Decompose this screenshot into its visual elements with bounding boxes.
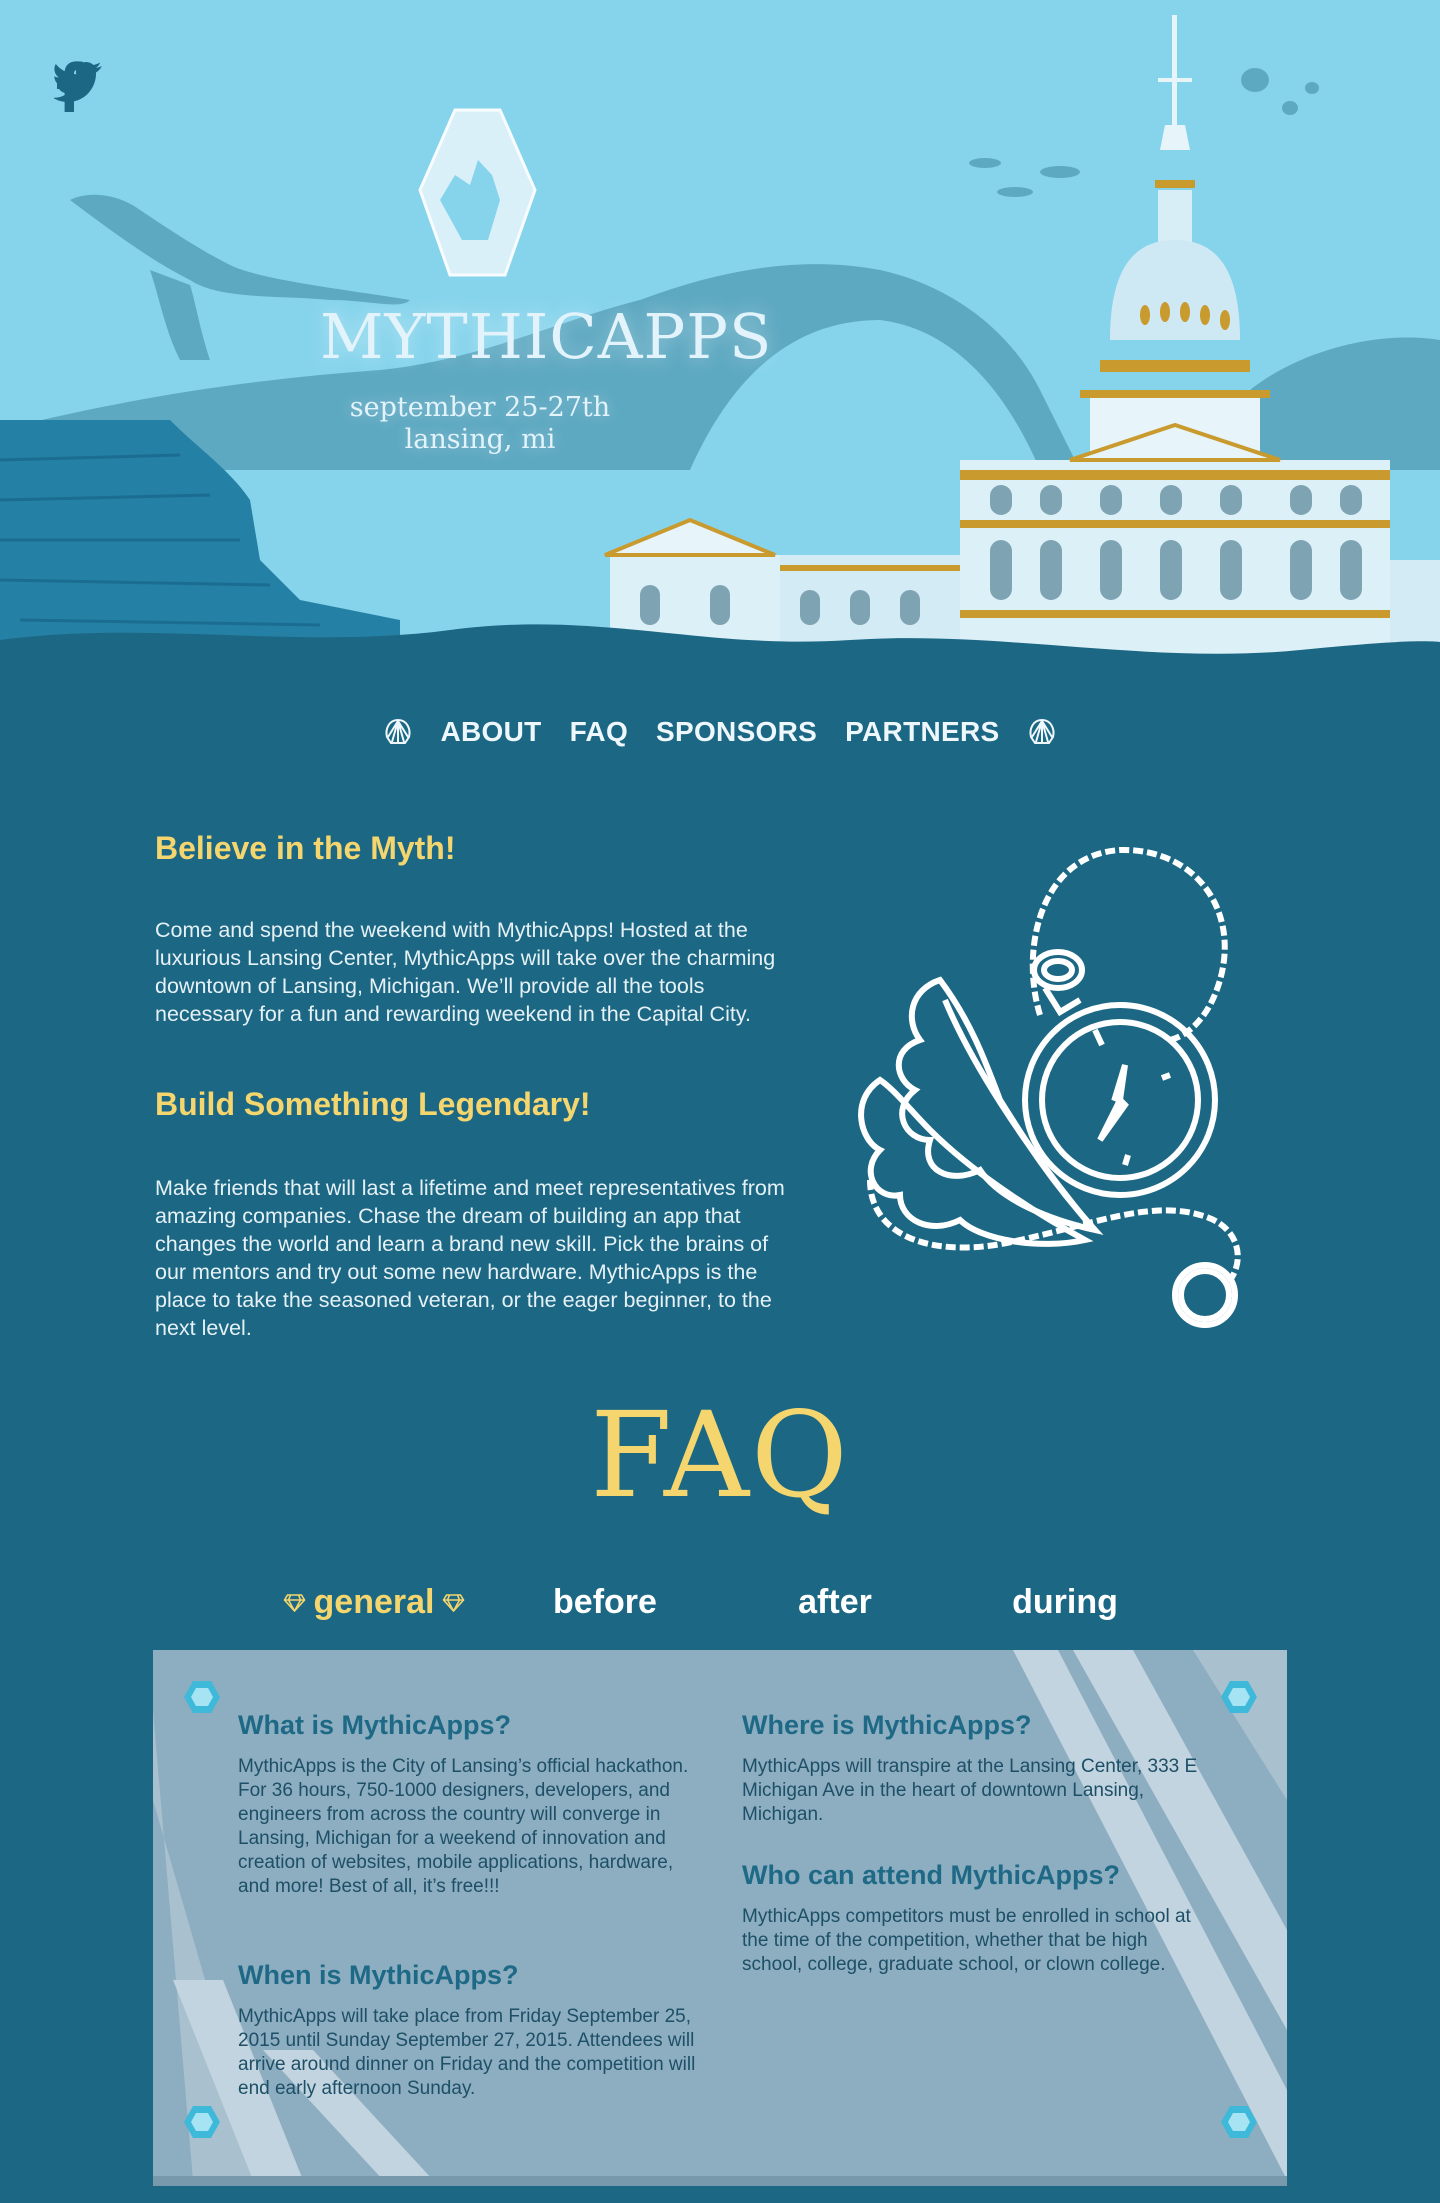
faq-item: Where is MythicApps? MythicApps will tra… [742, 1710, 1212, 1827]
shell-icon [385, 718, 410, 744]
tab-during[interactable]: during [1012, 1583, 1118, 1622]
corner-gem-icon [1221, 2106, 1257, 2138]
event-location-line: lansing, mi [404, 424, 556, 455]
nav-partners[interactable]: PARTNERS [845, 716, 999, 748]
tab-during-label: during [1012, 1583, 1118, 1621]
about-heading-believe: Believe in the Myth! [155, 830, 456, 866]
faq-panel: What is MythicApps? MythicApps is the Ci… [153, 1650, 1287, 2180]
faq-item: What is MythicApps? MythicApps is the Ci… [238, 1710, 708, 1899]
tab-before[interactable]: before [553, 1583, 657, 1622]
corner-gem-icon [184, 2106, 220, 2138]
faq-question: Who can attend MythicApps? [742, 1860, 1120, 1890]
about-heading-build: Build Something Legendary! [155, 1086, 591, 1122]
compass-watch-illustration [858, 846, 1241, 1328]
faq-answer: MythicApps is the City of Lansing’s offi… [238, 1756, 689, 1897]
faq-question: When is MythicApps? [238, 1960, 519, 1990]
about-paragraph-1: Come and spend the weekend with MythicAp… [155, 918, 776, 1026]
nav-sponsors[interactable]: SPONSORS [656, 716, 817, 748]
corner-gem-icon [1221, 1681, 1257, 1713]
tab-before-label: before [553, 1583, 657, 1621]
tab-after[interactable]: after [798, 1583, 872, 1622]
shell-icon [1030, 718, 1055, 744]
tab-general-label: general [313, 1583, 435, 1621]
event-dates: september 25-27th lansing, mi [320, 392, 640, 456]
faq-question: What is MythicApps? [238, 1710, 512, 1740]
hero-banner: MYTHICAPPS september 25-27th lansing, mi [0, 0, 1440, 700]
main-nav: ABOUT FAQ SPONSORS PARTNERS [0, 716, 1440, 752]
tab-after-label: after [798, 1583, 872, 1621]
social-links [54, 60, 114, 112]
panel-shadow [153, 2176, 1287, 2186]
faq-answer: MythicApps will take place from Friday S… [238, 2006, 696, 2099]
brand-wordmark: MYTHICAPPS [320, 300, 773, 373]
gem-icon [283, 1593, 306, 1612]
faq-item: Who can attend MythicApps? MythicApps co… [742, 1860, 1212, 1977]
faq-answer: MythicApps competitors must be enrolled … [742, 1906, 1191, 1975]
gem-icon [442, 1593, 465, 1612]
faq-question: Where is MythicApps? [742, 1710, 1032, 1740]
faq-item: When is MythicApps? MythicApps will take… [238, 1960, 708, 2101]
about-paragraph-2: Make friends that will last a lifetime a… [155, 1176, 785, 1340]
nav-faq[interactable]: FAQ [570, 716, 628, 748]
nav-about[interactable]: ABOUT [441, 716, 542, 748]
faq-answer: MythicApps will transpire at the Lansing… [742, 1756, 1198, 1825]
faq-title: FAQ [590, 1386, 850, 1524]
event-date-line: september 25-27th [349, 392, 611, 423]
corner-gem-icon [184, 1681, 220, 1713]
tab-general[interactable]: general [283, 1583, 465, 1622]
